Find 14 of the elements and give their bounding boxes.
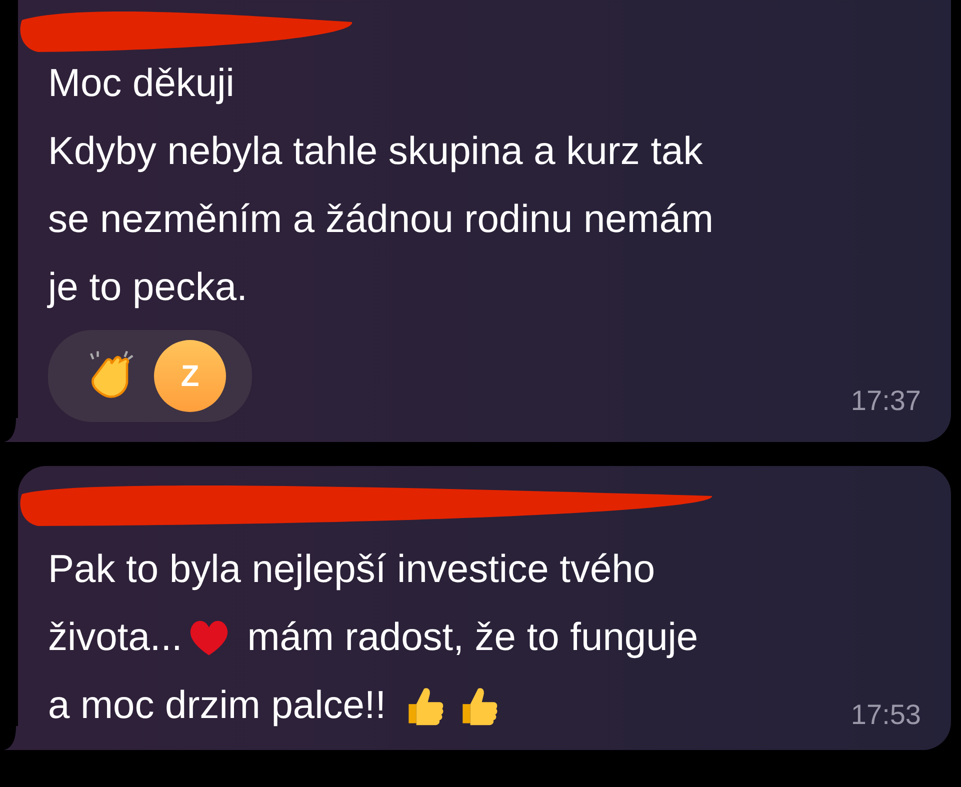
message-text: Moc děkuji [48, 61, 234, 107]
message-text: se nezměním a žádnou rodinu nemám [48, 197, 714, 243]
message-time: 17:53 [850, 698, 921, 732]
message-text: Kdyby nebyla tahle skupina a kurz tak [48, 129, 703, 175]
message-text: a moc drzim palce!! [48, 683, 388, 729]
message-text: Pak to byla nejlepší investice tvého [48, 547, 656, 593]
message-text: je to pecka. [48, 265, 248, 311]
avatar: Z [154, 340, 226, 412]
message-text: života... [48, 615, 182, 661]
bubble-tail [4, 418, 18, 442]
message-time: 17:37 [850, 384, 921, 418]
reaction-chip[interactable]: Z [48, 330, 252, 422]
message-text: mám radost, že to funguje [246, 615, 698, 661]
bubble-tail [4, 726, 18, 750]
